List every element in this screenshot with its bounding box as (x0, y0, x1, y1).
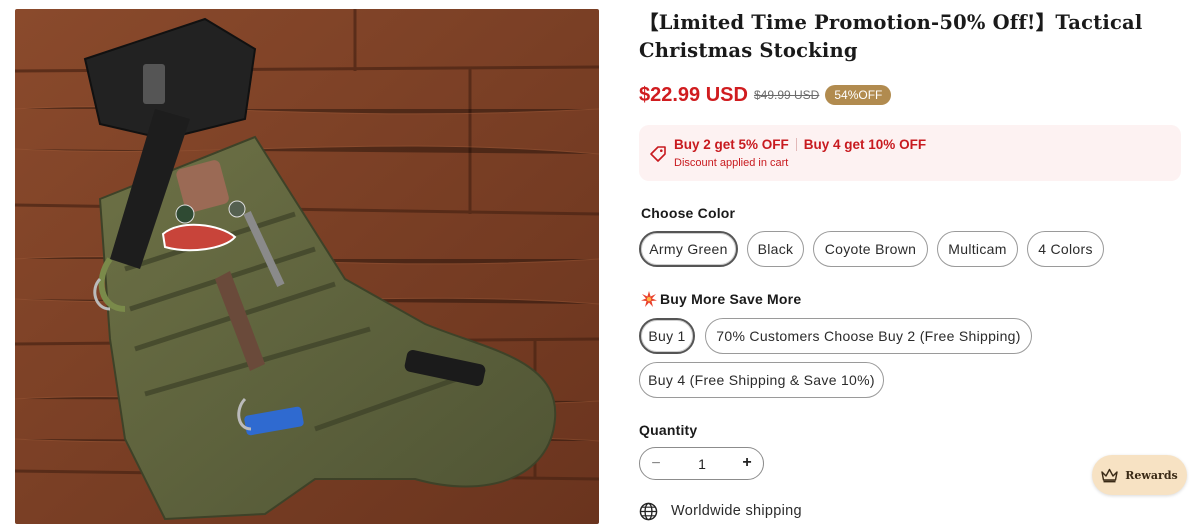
bundle-option-buy-1[interactable]: Buy 1 (639, 318, 695, 354)
quantity-stepper: − + (639, 447, 764, 480)
compare-price: $49.99 USD (753, 88, 820, 102)
rewards-button[interactable]: Rewards (1092, 455, 1187, 495)
plus-icon[interactable]: + (740, 455, 754, 471)
bundle-label: Buy More Save More (660, 291, 802, 307)
quantity-label: Quantity (639, 422, 698, 438)
volume-discount-banner: Buy 2 get 5% OFF Buy 4 get 10% OFF Disco… (639, 125, 1181, 181)
product-photo (15, 9, 599, 524)
product-info: 【Limited Time Promotion-50% Off!】Tactica… (639, 0, 1184, 528)
crown-icon (1101, 468, 1118, 482)
product-title: 【Limited Time Promotion-50% Off!】Tactica… (639, 11, 1143, 62)
discount-note: Discount applied in cart (674, 157, 789, 169)
rewards-label: Rewards (1125, 468, 1178, 482)
bundle-option-buy-2[interactable]: 70% Customers Choose Buy 2 (Free Shippin… (705, 318, 1032, 354)
color-option-coyote-brown[interactable]: Coyote Brown (813, 231, 928, 267)
color-option-army-green[interactable]: Army Green (639, 231, 738, 267)
discount-badge: 54%OFF (825, 85, 892, 105)
sparkle-icon (641, 291, 657, 307)
price-row: $22.99 USD $49.99 USD 54%OFF (639, 83, 892, 106)
offer-divider (795, 138, 797, 151)
tag-icon (650, 146, 666, 162)
sale-price: $22.99 USD (639, 83, 748, 106)
offer-buy-4: Buy 4 get 10% OFF (803, 137, 927, 152)
shipping-info: Worldwide shipping (639, 501, 802, 521)
color-option-4-colors[interactable]: 4 Colors (1027, 231, 1104, 267)
color-label: Choose Color (641, 205, 736, 221)
quantity-input[interactable] (680, 456, 724, 472)
product-image[interactable] (15, 9, 599, 524)
color-option-black[interactable]: Black (747, 231, 804, 267)
globe-icon (639, 502, 658, 520)
bundle-option-buy-4[interactable]: Buy 4 (Free Shipping & Save 10%) (639, 362, 884, 398)
minus-icon[interactable]: − (649, 456, 663, 472)
color-option-multicam[interactable]: Multicam (937, 231, 1018, 267)
shipping-text: Worldwide shipping (671, 503, 802, 519)
discount-offers: Buy 2 get 5% OFF Buy 4 get 10% OFF (674, 137, 926, 152)
offer-buy-2: Buy 2 get 5% OFF (674, 137, 789, 152)
